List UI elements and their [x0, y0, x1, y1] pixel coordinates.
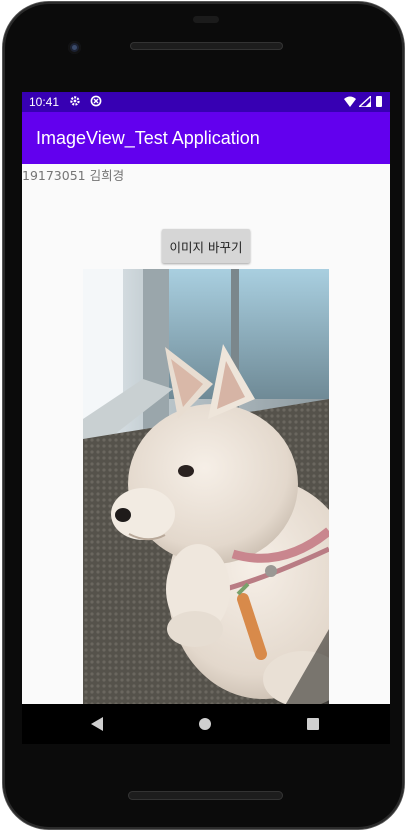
front-camera-icon	[68, 41, 81, 54]
gear-icon	[70, 96, 80, 106]
app-bar: ImageView_Test Application	[22, 112, 390, 164]
app-title: ImageView_Test Application	[36, 128, 260, 148]
battery-icon	[376, 96, 382, 107]
top-speaker-grille	[130, 42, 283, 50]
screen: 10:41 ImageView_Test Application 1917305	[22, 92, 390, 744]
navigation-bar	[22, 704, 390, 744]
back-icon[interactable]	[91, 717, 105, 731]
bottom-speaker-grille	[128, 791, 283, 800]
sync-icon	[90, 95, 102, 107]
earpiece-slot	[193, 16, 219, 23]
phone-device: 10:41 ImageView_Test Application 1917305	[0, 0, 407, 831]
change-image-button[interactable]: 이미지 바꾸기	[162, 229, 250, 263]
main-content: 19173051 김희경 이미지 바꾸기	[22, 164, 390, 704]
recents-icon[interactable]	[307, 718, 319, 730]
status-time: 10:41	[29, 95, 60, 109]
signal-icon	[359, 96, 371, 107]
status-bar: 10:41	[22, 92, 390, 112]
wifi-icon	[344, 96, 356, 107]
student-id-label: 19173051 김희경	[22, 168, 125, 183]
puppy-image[interactable]	[83, 269, 329, 704]
home-icon[interactable]	[199, 718, 211, 730]
